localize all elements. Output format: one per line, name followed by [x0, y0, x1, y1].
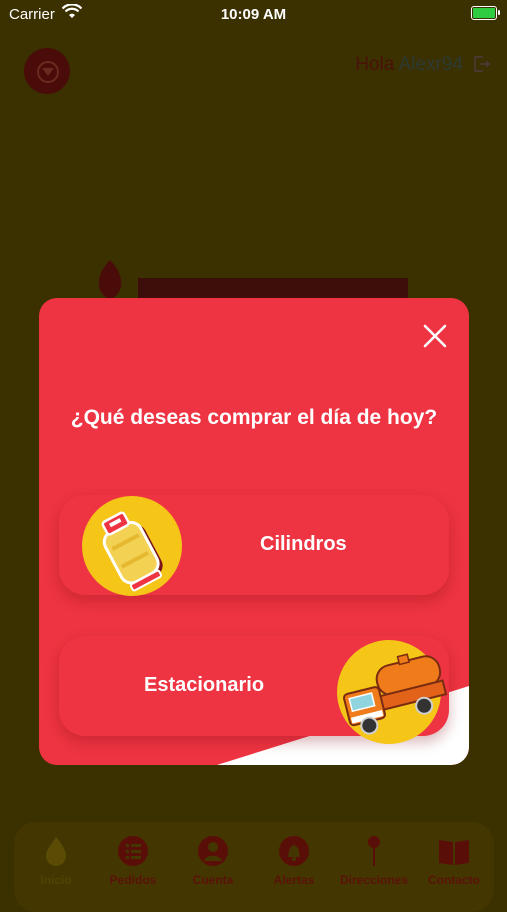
brand-logo [98, 260, 408, 300]
bottom-nav: Inicio Pedidos Cuenta Alertas Direccione… [14, 822, 494, 912]
logout-icon[interactable] [471, 54, 491, 74]
nav-label-contacto: Contacto [428, 873, 480, 887]
greeting: Hola Alexr94 [355, 54, 463, 76]
nav-item-contacto[interactable]: Contacto [418, 834, 490, 887]
nav-label-inicio: Inicio [40, 873, 72, 887]
tanker-truck-icon [337, 640, 448, 744]
list-icon [118, 836, 148, 866]
nav-item-inicio[interactable]: Inicio [20, 834, 92, 887]
user-icon [198, 836, 228, 866]
nav-item-pedidos[interactable]: Pedidos [97, 834, 169, 887]
nav-label-alertas: Alertas [273, 873, 315, 887]
nav-item-cuenta[interactable]: Cuenta [177, 834, 249, 887]
username: Alexr94 [398, 54, 463, 75]
bell-icon [279, 836, 309, 866]
nav-label-cuenta: Cuenta [192, 873, 234, 887]
option-estacionario-label: Estacionario [144, 674, 265, 696]
nav-item-alertas[interactable]: Alertas [258, 834, 330, 887]
flame-icon [46, 837, 66, 866]
modal-question: ¿Qué deseas comprar el día de hoy? [70, 406, 438, 429]
nav-label-direcciones: Direcciones [339, 873, 409, 887]
battery-icon [471, 6, 500, 20]
nav-label-pedidos: Pedidos [109, 873, 157, 887]
status-bar: Carrier 10:09 AM [0, 0, 507, 28]
menu-button[interactable] [24, 48, 70, 94]
purchase-type-modal: ¿Qué deseas comprar el día de hoy? Cilin… [39, 298, 469, 765]
gas-cylinder-icon [82, 496, 182, 596]
option-cilindros-label: Cilindros [260, 533, 347, 555]
greeting-text: Hola [355, 54, 395, 75]
status-time: 10:09 AM [220, 6, 287, 23]
location-pin-icon [368, 836, 380, 866]
close-icon[interactable] [422, 323, 448, 349]
nav-item-direcciones[interactable]: Direcciones [338, 834, 410, 887]
book-icon [439, 840, 469, 865]
